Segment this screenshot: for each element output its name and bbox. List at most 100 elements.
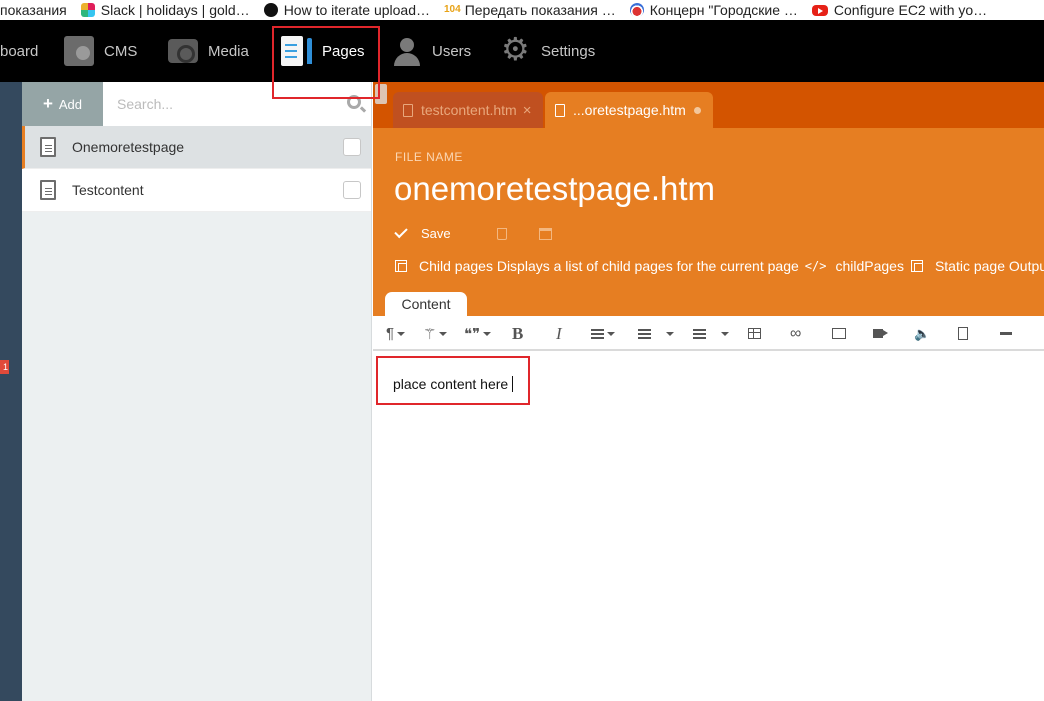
bookmark-github[interactable]: How to iterate upload… [263, 0, 430, 20]
file-button[interactable] [958, 316, 968, 351]
unordered-list-button[interactable] [693, 316, 706, 351]
nav-media[interactable]: Media [168, 20, 249, 82]
nav-label: Settings [541, 42, 596, 60]
calendar-icon[interactable] [538, 227, 552, 240]
file-name-field[interactable]: onemoretestpage.htm [394, 170, 715, 208]
top-nav: board CMS Media Pages Users Settings [0, 20, 1044, 82]
nav-settings[interactable]: Settings [501, 20, 595, 82]
nav-cms[interactable]: CMS [64, 20, 137, 82]
link-icon: ∞ [790, 324, 802, 342]
plus-icon: + [42, 94, 53, 113]
slack-icon [80, 3, 95, 17]
align-button[interactable] [591, 316, 615, 351]
notification-badge: 1 [0, 360, 9, 374]
paragraph-icon: ¶ [386, 325, 395, 342]
page-item-onemoretestpage[interactable]: Onemoretestpage [22, 126, 371, 169]
chevron-down-icon [439, 331, 448, 336]
users-icon [392, 36, 422, 66]
add-label: Add [58, 96, 83, 112]
horizontal-rule-button[interactable] [1000, 316, 1012, 351]
add-button[interactable]: + Add [22, 82, 103, 126]
page-checkbox[interactable] [343, 181, 361, 199]
trash-icon[interactable] [496, 227, 507, 240]
tab-testcontent[interactable]: testcontent.htm × [393, 92, 543, 128]
snippet-description: Displays a list of child pages for the c… [496, 258, 799, 274]
image-button[interactable] [832, 316, 846, 351]
tab-label: testcontent.htm [421, 102, 517, 118]
page-item-label: Onemoretestpage [72, 139, 185, 155]
video-button[interactable] [873, 316, 888, 351]
bookmark-slack[interactable]: Slack | holidays | gold… [80, 0, 250, 20]
file-icon [958, 327, 968, 340]
tab-strip: testcontent.htm × ...oretestpage.htm [373, 82, 1044, 128]
document-icon [40, 180, 56, 200]
quote-button[interactable]: ❝❞ [464, 316, 492, 351]
ordered-list-button[interactable] [638, 316, 651, 351]
nav-users[interactable]: Users [392, 20, 471, 82]
unordered-list-icon [693, 332, 706, 335]
ordered-list-dropdown[interactable] [663, 316, 674, 351]
youtube-icon [811, 4, 828, 16]
nav-label: Users [432, 42, 472, 60]
page-checkbox[interactable] [343, 138, 361, 156]
editor-toolbar: ¶ ⚚ ❝❞ B I ∞ 🔈 [373, 316, 1044, 351]
unsaved-dot-icon[interactable] [693, 106, 701, 114]
header-actions: Save [394, 224, 552, 241]
cms-icon [64, 36, 94, 66]
tab-content[interactable]: Content [385, 292, 467, 316]
link-button[interactable]: ∞ [790, 316, 801, 351]
snippet-title[interactable]: Child pages [419, 258, 493, 274]
chevron-down-icon [666, 331, 674, 336]
chevron-down-icon [397, 331, 406, 336]
page-item-testcontent[interactable]: Testcontent [22, 169, 371, 212]
page-header: FILE NAME onemoretestpage.htm Save Child… [373, 128, 1044, 316]
bookmark-104[interactable]: 104 Передать показания … [444, 0, 616, 20]
nav-dashboard[interactable]: board [0, 20, 38, 82]
bookmarks-bar: показания Slack | holidays | gold… How t… [0, 0, 1044, 20]
table-icon [748, 328, 761, 339]
image-icon [832, 328, 846, 339]
konczern-icon [629, 3, 644, 17]
style-button[interactable]: ⚚ [423, 316, 448, 351]
104-icon: 104 [444, 4, 461, 15]
audio-icon: 🔈 [914, 325, 931, 341]
audio-button[interactable]: 🔈 [914, 316, 930, 351]
close-icon[interactable]: × [523, 102, 532, 119]
settings-icon [501, 30, 531, 68]
unordered-list-dropdown[interactable] [718, 316, 729, 351]
media-icon [168, 39, 198, 63]
highlight-box-pages [272, 26, 380, 99]
snippet-icon [395, 260, 407, 272]
tab-onemoretestpage[interactable]: ...oretestpage.htm [545, 92, 713, 128]
snippets-bar: Child pages Displays a list of child pag… [395, 258, 1044, 274]
bookmark-label: How to iterate upload… [283, 2, 430, 18]
bookmark-pokazaniya[interactable]: показания [0, 0, 67, 20]
left-strip: 1 [0, 82, 22, 701]
bold-button[interactable]: B [512, 316, 523, 351]
video-icon [873, 329, 888, 338]
tab-label: ...oretestpage.htm [573, 102, 686, 118]
document-icon [40, 137, 56, 157]
chevron-down-icon [721, 331, 729, 336]
save-button[interactable]: Save [394, 224, 451, 241]
chevron-down-icon [607, 331, 615, 336]
bookmark-label: Slack | holidays | gold… [100, 2, 250, 18]
file-name-label: FILE NAME [395, 150, 463, 164]
code-icon: </> [804, 259, 827, 273]
bookmark-label: показания [0, 2, 67, 18]
magic-wand-icon: ⚚ [423, 325, 437, 343]
align-icon [591, 332, 604, 335]
bookmark-konczern[interactable]: Концерн "Городские … [629, 0, 798, 20]
file-icon [403, 103, 413, 117]
table-button[interactable] [748, 316, 761, 351]
nav-label: board [0, 42, 39, 60]
snippet-title[interactable]: Static page Output [935, 258, 1044, 274]
bookmark-youtube[interactable]: Configure EC2 with yo… [811, 0, 987, 20]
quote-icon: ❝❞ [464, 325, 481, 343]
paragraph-format-button[interactable]: ¶ [386, 316, 406, 351]
save-label: Save [421, 226, 451, 241]
italic-button[interactable]: I [556, 316, 562, 351]
highlight-box-editor [376, 356, 530, 405]
ordered-list-icon [638, 332, 651, 335]
nav-label: Media [208, 42, 249, 60]
